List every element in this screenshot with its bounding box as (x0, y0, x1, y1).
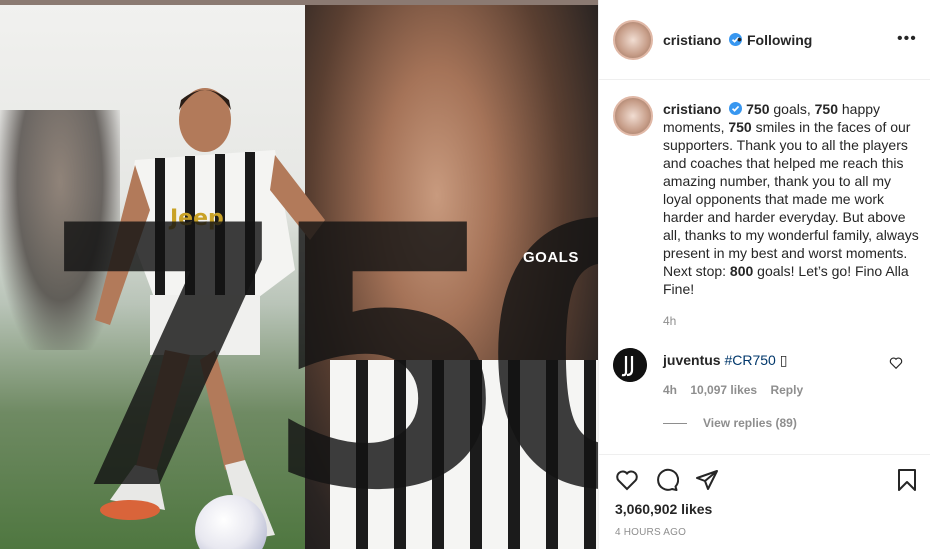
goals-label: GOALS (523, 249, 579, 266)
post-image[interactable]: Jeep 750 GOALS (0, 0, 598, 549)
following-button[interactable]: Following (747, 32, 812, 48)
caption-time[interactable]: 4h (663, 314, 676, 328)
share-icon[interactable] (695, 468, 719, 492)
post-panel: cristiano • Following ••• cristiano 750 … (598, 0, 930, 549)
separator-dot: • (737, 31, 742, 47)
verified-icon (729, 102, 743, 115)
comment-likes[interactable]: 10,097 likes (690, 383, 757, 397)
caption-bold-number: 750 (728, 119, 752, 135)
caption-segment: goals, (769, 101, 815, 117)
reply-button[interactable]: Reply (770, 383, 803, 397)
post-header: cristiano • Following ••• (599, 0, 930, 80)
caption-bold-number: 750 (746, 101, 770, 117)
likes-count[interactable]: 3,060,902 likes (615, 501, 712, 517)
avatar[interactable] (613, 20, 653, 60)
bookmark-icon[interactable] (895, 468, 919, 492)
hashtag-link[interactable]: #CR750 (724, 352, 775, 368)
comment-username[interactable]: juventus (663, 352, 721, 368)
post-timestamp[interactable]: 4 HOURS AGO (615, 527, 686, 538)
caption-bold-number: 800 (729, 263, 754, 279)
replies-divider (663, 423, 687, 425)
comment-icon[interactable] (655, 468, 679, 492)
comment-text: juventus #CR750 ▯ (663, 352, 787, 369)
caption-text: cristiano 750 goals, 750 happy moments, … (663, 100, 923, 298)
juventus-avatar[interactable] (613, 348, 647, 382)
view-replies-label[interactable]: View replies (89) (703, 416, 797, 430)
comment-meta: 4h 10,097 likes Reply (663, 383, 813, 397)
caption-segment: smiles in the faces of our supporters. T… (663, 119, 919, 279)
comment-emoji: ▯ (779, 352, 788, 368)
caption-bold-number: 750 (814, 101, 838, 117)
header-username-text[interactable]: cristiano (663, 32, 721, 48)
view-replies-button[interactable]: View replies (89) (663, 416, 797, 430)
caption-avatar[interactable] (613, 96, 653, 136)
header-username[interactable]: cristiano (663, 32, 743, 48)
caption-username[interactable]: cristiano (663, 101, 721, 117)
comment-time[interactable]: 4h (663, 383, 677, 397)
caption-body: 750 goals, 750 happy moments, 750 smiles… (663, 101, 919, 297)
heart-icon[interactable] (615, 468, 639, 492)
goal-count-number: 750 (40, 150, 598, 549)
comment-heart-icon[interactable] (889, 356, 903, 370)
more-icon[interactable]: ••• (897, 30, 917, 48)
